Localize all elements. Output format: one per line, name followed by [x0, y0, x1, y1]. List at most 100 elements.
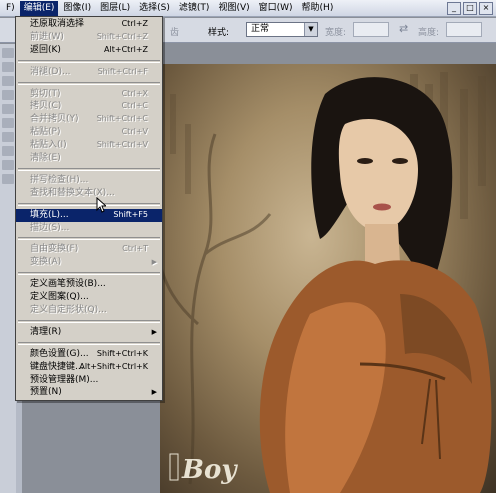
tool-button[interactable]	[2, 48, 14, 58]
minimize-icon[interactable]: _	[447, 2, 461, 15]
style-select[interactable]: 正常 ▼	[246, 22, 318, 37]
menu-item-shortcut: Ctrl+C	[121, 101, 148, 111]
tool-button[interactable]	[2, 160, 14, 170]
tool-button[interactable]	[2, 146, 14, 156]
restore-icon[interactable]: □	[463, 2, 477, 15]
menu-separator	[18, 81, 160, 85]
portrait-illustration	[160, 72, 492, 493]
edit-menu-item[interactable]: 还原取消选择 Ctrl+Z	[16, 18, 162, 31]
menu-item-label: 清理(R)	[30, 326, 62, 337]
menu-item-label: 填充(L)...	[30, 209, 69, 220]
menu-item-label: 前进(W)	[30, 31, 64, 42]
menubar-item[interactable]: 滤镜(T)	[175, 1, 214, 16]
close-icon[interactable]: ×	[479, 2, 493, 15]
tool-button[interactable]	[2, 132, 14, 142]
menu-separator	[18, 272, 160, 276]
edit-menu-item[interactable]: 定义画笔预设(B)...	[16, 278, 162, 291]
tool-button[interactable]	[2, 174, 14, 184]
menu-item-label: 预置(N)	[30, 387, 62, 398]
menubar-item[interactable]: 帮助(H)	[298, 1, 338, 16]
style-select-value: 正常	[251, 24, 270, 34]
menu-item-label: 粘贴入(I)	[30, 140, 67, 151]
window-controls: _ □ ×	[447, 2, 493, 15]
menu-separator	[18, 341, 160, 345]
menu-item-label: 键盘快捷键...	[30, 361, 84, 372]
menu-item-label: 拷贝(C)	[30, 101, 62, 112]
edit-menu-item[interactable]: 变换(A) ▶	[16, 256, 162, 269]
submenu-arrow-icon: ▶	[151, 258, 157, 267]
edit-menu-item[interactable]: 粘贴入(I) Shift+Ctrl+V	[16, 139, 162, 152]
menubar-item[interactable]: 图层(L)	[96, 1, 134, 16]
watermark-logo-graphic: Boy	[169, 453, 238, 485]
menu-item-label: 清除(E)	[30, 153, 61, 164]
menu-item-label: 消褪(D)...	[30, 66, 71, 77]
menu-item-label: 颜色设置(G)...	[30, 348, 89, 359]
edit-menu-item[interactable]: 返回(K) Alt+Ctrl+Z	[16, 44, 162, 57]
menu-item-shortcut: Shift+Ctrl+C	[96, 114, 148, 124]
menubar-item[interactable]: F)	[2, 1, 19, 16]
menubar-item[interactable]: 图像(I)	[59, 1, 95, 16]
menu-item-shortcut: Ctrl+V	[121, 127, 148, 137]
menu-item-shortcut: Ctrl+X	[121, 88, 148, 98]
menu-item-label: 定义画笔预设(B)...	[30, 279, 106, 290]
swap-icon[interactable]: ⇄	[399, 22, 408, 35]
menu-item-shortcut: Ctrl+Z	[121, 19, 148, 28]
menubar-item[interactable]: 视图(V)	[214, 1, 253, 16]
menu-item-shortcut: Alt+Shift+Ctrl+K	[79, 361, 148, 371]
menu-item-shortcut: Shift+Ctrl+F	[97, 66, 148, 76]
menu-item-label: 定义图案(Q)...	[30, 292, 89, 303]
width-input[interactable]	[353, 22, 389, 37]
edit-menu-item[interactable]: 颜色设置(G)... Shift+Ctrl+K	[16, 348, 162, 361]
edit-menu-item[interactable]: 描边(S)...	[16, 222, 162, 235]
menu-item-shortcut: Shift+Ctrl+K	[96, 348, 148, 358]
tool-button[interactable]	[2, 90, 14, 100]
menu-separator	[18, 237, 160, 241]
menu-item-label: 预设管理器(M)...	[30, 374, 99, 385]
menu-item-shortcut: Shift+F5	[113, 209, 148, 219]
chevron-down-icon: ▼	[304, 23, 317, 36]
edit-menu-item[interactable]: 定义图案(Q)...	[16, 291, 162, 304]
menu-item-label: 剪切(T)	[30, 88, 61, 99]
menu-separator	[18, 202, 160, 206]
edit-menu-item[interactable]: 定义自定形状(Q)...	[16, 304, 162, 317]
edit-menu-item[interactable]: 拷贝(C) Ctrl+C	[16, 100, 162, 113]
edit-menu-item[interactable]: 清除(E)	[16, 152, 162, 165]
edit-menu-item[interactable]: 前进(W) Shift+Ctrl+Z	[16, 31, 162, 44]
menu-item-shortcut: Alt+Ctrl+Z	[104, 44, 148, 54]
tool-button[interactable]	[2, 62, 14, 72]
width-label: 宽度:	[325, 28, 347, 38]
menu-item-label: 还原取消选择	[30, 19, 85, 29]
menu-separator	[18, 319, 160, 323]
menu-item-label: 描边(S)...	[30, 222, 70, 233]
menu-item-label: 拼写检查(H)...	[30, 174, 89, 185]
menu-separator	[18, 167, 160, 171]
menubar-item[interactable]: 选择(S)	[135, 1, 174, 16]
edit-menu-item[interactable]: 清理(R) ▶	[16, 326, 162, 339]
menu-separator	[18, 59, 160, 63]
menu-item-label: 自由变换(F)	[30, 244, 79, 255]
watermark-text: Boy	[181, 455, 238, 484]
document-image[interactable]	[160, 64, 496, 493]
edit-menu-item[interactable]: 拼写检查(H)...	[16, 174, 162, 187]
edit-menu-item[interactable]: 填充(L)... Shift+F5	[16, 208, 162, 222]
edit-menu-dropdown: 还原取消选择 Ctrl+Z 前进(W) Shift+Ctrl+Z 返回(K) Alt+Ct…	[15, 16, 163, 402]
edit-menu-item[interactable]: 预置(N) ▶	[16, 386, 162, 399]
edit-menu-item[interactable]: 自由变换(F) Ctrl+T	[16, 243, 162, 256]
watermark-logo: Boy	[168, 448, 248, 485]
tool-button[interactable]	[2, 104, 14, 114]
edit-menu-item[interactable]: 消褪(D)... Shift+Ctrl+F	[16, 66, 162, 79]
edit-menu-item[interactable]: 键盘快捷键... Alt+Shift+Ctrl+K	[16, 361, 162, 374]
menubar-item[interactable]: 编辑(E)	[19, 0, 59, 16]
menu-item-label: 变换(A)	[30, 257, 62, 268]
edit-menu-item[interactable]: 合并拷贝(Y) Shift+Ctrl+C	[16, 113, 162, 126]
menu-item-label: 定义自定形状(Q)...	[30, 305, 107, 316]
edit-menu-item[interactable]: 查找和替换文本(X)...	[16, 187, 162, 200]
edit-menu-item[interactable]: 剪切(T) Ctrl+X	[16, 88, 162, 101]
edit-menu-item[interactable]: 粘贴(P) Ctrl+V	[16, 126, 162, 139]
menu-item-label: 合并拷贝(Y)	[30, 114, 79, 125]
tool-button[interactable]	[2, 76, 14, 86]
menubar-item[interactable]: 窗口(W)	[255, 1, 297, 16]
tool-button[interactable]	[2, 118, 14, 128]
edit-menu-item[interactable]: 预设管理器(M)...	[16, 374, 162, 387]
height-input[interactable]	[446, 22, 482, 37]
